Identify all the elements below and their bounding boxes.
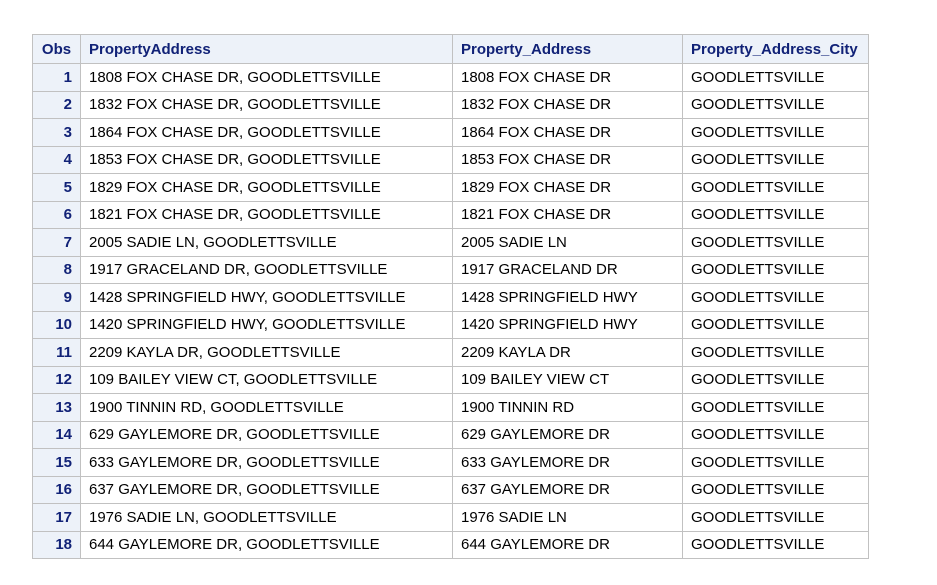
table-row: 7 2005 SADIE LN, GOODLETTSVILLE 2005 SADIE… — [32, 228, 869, 257]
header-row: Obs PropertyAddress Property_Address Pro… — [32, 34, 869, 64]
property-address-city-cell: GOODLETTSVILLE — [682, 530, 869, 559]
property-address-street-cell: 1976 SADIE LN — [452, 503, 683, 532]
property-address-city-cell: GOODLETTSVILLE — [682, 145, 869, 174]
property-address-street-cell: 637 GAYLEMORE DR — [452, 475, 683, 504]
property-address-city-cell: GOODLETTSVILLE — [682, 173, 869, 202]
property-address-cell: 1917 GRACELAND DR, GOODLETTSVILLE — [80, 255, 453, 284]
table-row: 16 637 GAYLEMORE DR, GOODLETTSVILLE 637 GA… — [32, 475, 869, 504]
table-row: 10 1420 SPRINGFIELD HWY, GOODLETTSVILLE 14… — [32, 310, 869, 339]
table-row: 4 1853 FOX CHASE DR, GOODLETTSVILLE 1853 F… — [32, 145, 869, 174]
obs-cell: 18 — [32, 530, 81, 559]
property-address-cell: 1420 SPRINGFIELD HWY, GOODLETTSVILLE — [80, 310, 453, 339]
property-address-cell: 1808 FOX CHASE DR, GOODLETTSVILLE — [80, 63, 453, 92]
property-address-cell: 1829 FOX CHASE DR, GOODLETTSVILLE — [80, 173, 453, 202]
property-address-cell: 1832 FOX CHASE DR, GOODLETTSVILLE — [80, 90, 453, 119]
column-header-property-address: PropertyAddress — [80, 34, 453, 64]
property-address-cell: 1864 FOX CHASE DR, GOODLETTSVILLE — [80, 118, 453, 147]
property-address-cell: 109 BAILEY VIEW CT, GOODLETTSVILLE — [80, 365, 453, 394]
property-address-city-cell: GOODLETTSVILLE — [682, 228, 869, 257]
table-row: 1 1808 FOX CHASE DR, GOODLETTSVILLE 1808 F… — [32, 63, 869, 92]
property-address-street-cell: 1832 FOX CHASE DR — [452, 90, 683, 119]
property-address-cell: 1976 SADIE LN, GOODLETTSVILLE — [80, 503, 453, 532]
table-row: 13 1900 TINNIN RD, GOODLETTSVILLE 1900 TIN… — [32, 393, 869, 422]
column-header-obs: Obs — [32, 34, 81, 64]
property-address-city-cell: GOODLETTSVILLE — [682, 310, 869, 339]
column-header-property-address-city: Property_Address_City — [682, 34, 869, 64]
table-row: 8 1917 GRACELAND DR, GOODLETTSVILLE 1917 G… — [32, 255, 869, 284]
property-address-street-cell: 109 BAILEY VIEW CT — [452, 365, 683, 394]
property-address-street-cell: 1428 SPRINGFIELD HWY — [452, 283, 683, 312]
property-address-street-cell: 1917 GRACELAND DR — [452, 255, 683, 284]
property-address-city-cell: GOODLETTSVILLE — [682, 448, 869, 477]
property-address-street-cell: 1853 FOX CHASE DR — [452, 145, 683, 174]
obs-cell: 4 — [32, 145, 81, 174]
obs-cell: 10 — [32, 310, 81, 339]
obs-cell: 11 — [32, 338, 81, 367]
property-address-street-cell: 1821 FOX CHASE DR — [452, 200, 683, 229]
obs-cell: 7 — [32, 228, 81, 257]
property-address-street-cell: 2209 KAYLA DR — [452, 338, 683, 367]
property-address-city-cell: GOODLETTSVILLE — [682, 393, 869, 422]
property-address-city-cell: GOODLETTSVILLE — [682, 255, 869, 284]
property-address-city-cell: GOODLETTSVILLE — [682, 90, 869, 119]
property-address-street-cell: 1864 FOX CHASE DR — [452, 118, 683, 147]
property-address-city-cell: GOODLETTSVILLE — [682, 420, 869, 449]
property-address-cell: 2209 KAYLA DR, GOODLETTSVILLE — [80, 338, 453, 367]
obs-cell: 2 — [32, 90, 81, 119]
obs-cell: 17 — [32, 503, 81, 532]
table-row: 9 1428 SPRINGFIELD HWY, GOODLETTSVILLE 142… — [32, 283, 869, 312]
obs-cell: 6 — [32, 200, 81, 229]
property-address-street-cell: 1829 FOX CHASE DR — [452, 173, 683, 202]
property-address-city-cell: GOODLETTSVILLE — [682, 503, 869, 532]
property-address-cell: 637 GAYLEMORE DR, GOODLETTSVILLE — [80, 475, 453, 504]
property-address-city-cell: GOODLETTSVILLE — [682, 63, 869, 92]
obs-cell: 13 — [32, 393, 81, 422]
property-address-city-cell: GOODLETTSVILLE — [682, 200, 869, 229]
property-address-street-cell: 2005 SADIE LN — [452, 228, 683, 257]
table-body: 1 1808 FOX CHASE DR, GOODLETTSVILLE 1808 F… — [32, 63, 869, 559]
table-row: 5 1829 FOX CHASE DR, GOODLETTSVILLE 1829 F… — [32, 173, 869, 202]
obs-cell: 9 — [32, 283, 81, 312]
property-address-street-cell: 1420 SPRINGFIELD HWY — [452, 310, 683, 339]
property-address-city-cell: GOODLETTSVILLE — [682, 338, 869, 367]
results-viewer: Obs PropertyAddress Property_Address Pro… — [0, 0, 937, 585]
property-address-cell: 1821 FOX CHASE DR, GOODLETTSVILLE — [80, 200, 453, 229]
obs-cell: 3 — [32, 118, 81, 147]
table-row: 11 2209 KAYLA DR, GOODLETTSVILLE 2209 KAYL… — [32, 338, 869, 367]
table-row: 18 644 GAYLEMORE DR, GOODLETTSVILLE 644 GA… — [32, 530, 869, 559]
property-address-city-cell: GOODLETTSVILLE — [682, 283, 869, 312]
table-row: 14 629 GAYLEMORE DR, GOODLETTSVILLE 629 GA… — [32, 420, 869, 449]
property-address-cell: 629 GAYLEMORE DR, GOODLETTSVILLE — [80, 420, 453, 449]
property-address-cell: 1853 FOX CHASE DR, GOODLETTSVILLE — [80, 145, 453, 174]
property-address-street-cell: 1808 FOX CHASE DR — [452, 63, 683, 92]
table-row: 12 109 BAILEY VIEW CT, GOODLETTSVILLE 109 … — [32, 365, 869, 394]
property-address-street-cell: 629 GAYLEMORE DR — [452, 420, 683, 449]
property-address-cell: 633 GAYLEMORE DR, GOODLETTSVILLE — [80, 448, 453, 477]
column-header-property-address-street: Property_Address — [452, 34, 683, 64]
property-address-cell: 1900 TINNIN RD, GOODLETTSVILLE — [80, 393, 453, 422]
obs-cell: 1 — [32, 63, 81, 92]
property-address-cell: 2005 SADIE LN, GOODLETTSVILLE — [80, 228, 453, 257]
table-row: 3 1864 FOX CHASE DR, GOODLETTSVILLE 1864 F… — [32, 118, 869, 147]
table-row: 15 633 GAYLEMORE DR, GOODLETTSVILLE 633 GA… — [32, 448, 869, 477]
property-address-city-cell: GOODLETTSVILLE — [682, 118, 869, 147]
property-address-street-cell: 1900 TINNIN RD — [452, 393, 683, 422]
obs-cell: 16 — [32, 475, 81, 504]
property-address-cell: 1428 SPRINGFIELD HWY, GOODLETTSVILLE — [80, 283, 453, 312]
property-address-city-cell: GOODLETTSVILLE — [682, 365, 869, 394]
table-header: Obs PropertyAddress Property_Address Pro… — [32, 34, 869, 64]
obs-cell: 14 — [32, 420, 81, 449]
obs-cell: 8 — [32, 255, 81, 284]
property-address-city-cell: GOODLETTSVILLE — [682, 475, 869, 504]
property-address-street-cell: 644 GAYLEMORE DR — [452, 530, 683, 559]
obs-cell: 12 — [32, 365, 81, 394]
results-table: Obs PropertyAddress Property_Address Pro… — [32, 34, 869, 559]
obs-cell: 5 — [32, 173, 81, 202]
property-address-street-cell: 633 GAYLEMORE DR — [452, 448, 683, 477]
table-row: 6 1821 FOX CHASE DR, GOODLETTSVILLE 1821 F… — [32, 200, 869, 229]
property-address-cell: 644 GAYLEMORE DR, GOODLETTSVILLE — [80, 530, 453, 559]
table-row: 2 1832 FOX CHASE DR, GOODLETTSVILLE 1832 F… — [32, 90, 869, 119]
table-row: 17 1976 SADIE LN, GOODLETTSVILLE 1976 SADI… — [32, 503, 869, 532]
obs-cell: 15 — [32, 448, 81, 477]
